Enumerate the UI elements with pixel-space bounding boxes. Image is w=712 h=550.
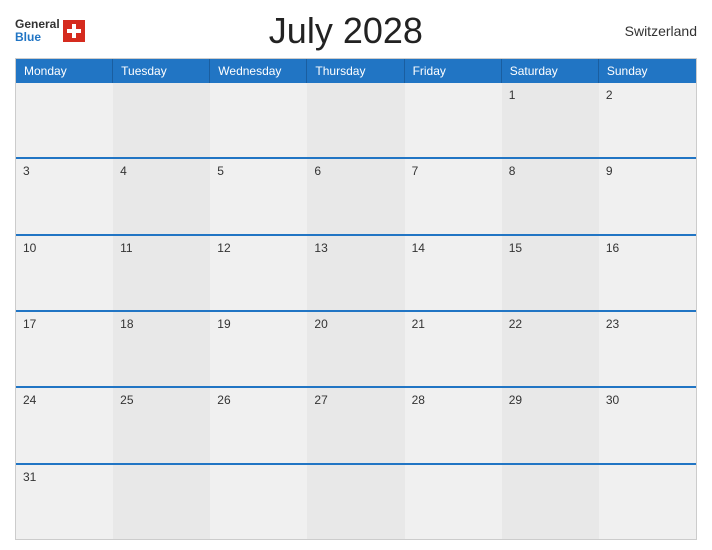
day-cell	[113, 465, 210, 539]
day-number: 5	[217, 164, 224, 178]
day-number: 17	[23, 317, 36, 331]
day-cell: 27	[307, 388, 404, 462]
day-cell: 19	[210, 312, 307, 386]
day-number: 27	[314, 393, 327, 407]
calendar-title: July 2028	[85, 10, 607, 52]
day-number: 10	[23, 241, 36, 255]
day-number: 25	[120, 393, 133, 407]
day-number: 31	[23, 470, 36, 484]
col-friday: Friday	[405, 59, 502, 83]
col-monday: Monday	[16, 59, 113, 83]
col-sunday: Sunday	[599, 59, 696, 83]
day-cell: 28	[405, 388, 502, 462]
day-cell	[113, 83, 210, 157]
day-cell: 25	[113, 388, 210, 462]
day-cell	[405, 465, 502, 539]
day-number: 11	[120, 241, 132, 255]
calendar-page: General Blue July 2028 Switzerland Monda…	[0, 0, 712, 550]
week-row: 12	[16, 83, 696, 157]
day-number: 12	[217, 241, 230, 255]
day-cell: 14	[405, 236, 502, 310]
day-cell: 24	[16, 388, 113, 462]
day-number: 28	[412, 393, 425, 407]
day-cell	[405, 83, 502, 157]
day-number: 16	[606, 241, 619, 255]
day-cell: 22	[502, 312, 599, 386]
day-cell: 5	[210, 159, 307, 233]
day-cell: 8	[502, 159, 599, 233]
day-number: 22	[509, 317, 522, 331]
week-row: 24 25 26 27 28 29 30	[16, 386, 696, 462]
day-number: 20	[314, 317, 327, 331]
day-cell: 6	[307, 159, 404, 233]
day-number: 8	[509, 164, 516, 178]
day-number: 2	[606, 88, 613, 102]
day-number: 18	[120, 317, 133, 331]
country-label: Switzerland	[607, 23, 697, 39]
day-number: 15	[509, 241, 522, 255]
day-number: 1	[509, 88, 516, 102]
day-cell: 11	[113, 236, 210, 310]
day-cell	[210, 83, 307, 157]
col-wednesday: Wednesday	[210, 59, 307, 83]
day-number: 9	[606, 164, 613, 178]
day-cell	[307, 83, 404, 157]
day-cell: 12	[210, 236, 307, 310]
day-cell: 17	[16, 312, 113, 386]
week-row: 17 18 19 20 21 22 23	[16, 310, 696, 386]
day-number: 30	[606, 393, 619, 407]
swiss-flag-icon	[63, 20, 85, 42]
day-cell: 30	[599, 388, 696, 462]
day-number: 23	[606, 317, 619, 331]
day-cell	[16, 83, 113, 157]
day-number: 3	[23, 164, 30, 178]
day-cell	[599, 465, 696, 539]
day-number: 7	[412, 164, 419, 178]
day-cell: 16	[599, 236, 696, 310]
day-cell: 21	[405, 312, 502, 386]
day-number: 4	[120, 164, 127, 178]
day-cell	[210, 465, 307, 539]
col-saturday: Saturday	[502, 59, 599, 83]
week-row: 10 11 12 13 14 15 16	[16, 234, 696, 310]
week-row: 31	[16, 463, 696, 539]
day-cell: 1	[502, 83, 599, 157]
col-tuesday: Tuesday	[113, 59, 210, 83]
day-number: 26	[217, 393, 230, 407]
day-number: 21	[412, 317, 425, 331]
day-cell: 7	[405, 159, 502, 233]
day-cell	[502, 465, 599, 539]
day-cell: 2	[599, 83, 696, 157]
day-cell: 3	[16, 159, 113, 233]
day-number: 14	[412, 241, 425, 255]
header: General Blue July 2028 Switzerland	[15, 10, 697, 52]
day-cell: 15	[502, 236, 599, 310]
day-cell: 26	[210, 388, 307, 462]
col-thursday: Thursday	[307, 59, 404, 83]
day-cell: 10	[16, 236, 113, 310]
calendar-grid: Monday Tuesday Wednesday Thursday Friday…	[15, 58, 697, 540]
day-cell: 31	[16, 465, 113, 539]
day-cell: 23	[599, 312, 696, 386]
day-cell: 20	[307, 312, 404, 386]
logo: General Blue	[15, 18, 85, 44]
weeks-container: 1234567891011121314151617181920212223242…	[16, 83, 696, 539]
day-cell: 13	[307, 236, 404, 310]
day-number: 6	[314, 164, 321, 178]
day-number: 13	[314, 241, 327, 255]
day-cell: 18	[113, 312, 210, 386]
week-row: 3 4 5 6 7 8 9	[16, 157, 696, 233]
day-cell: 4	[113, 159, 210, 233]
logo-blue-text: Blue	[15, 31, 60, 44]
day-cell: 29	[502, 388, 599, 462]
day-number: 24	[23, 393, 36, 407]
column-headers: Monday Tuesday Wednesday Thursday Friday…	[16, 59, 696, 83]
day-number: 29	[509, 393, 522, 407]
day-cell	[307, 465, 404, 539]
day-cell: 9	[599, 159, 696, 233]
day-number: 19	[217, 317, 230, 331]
